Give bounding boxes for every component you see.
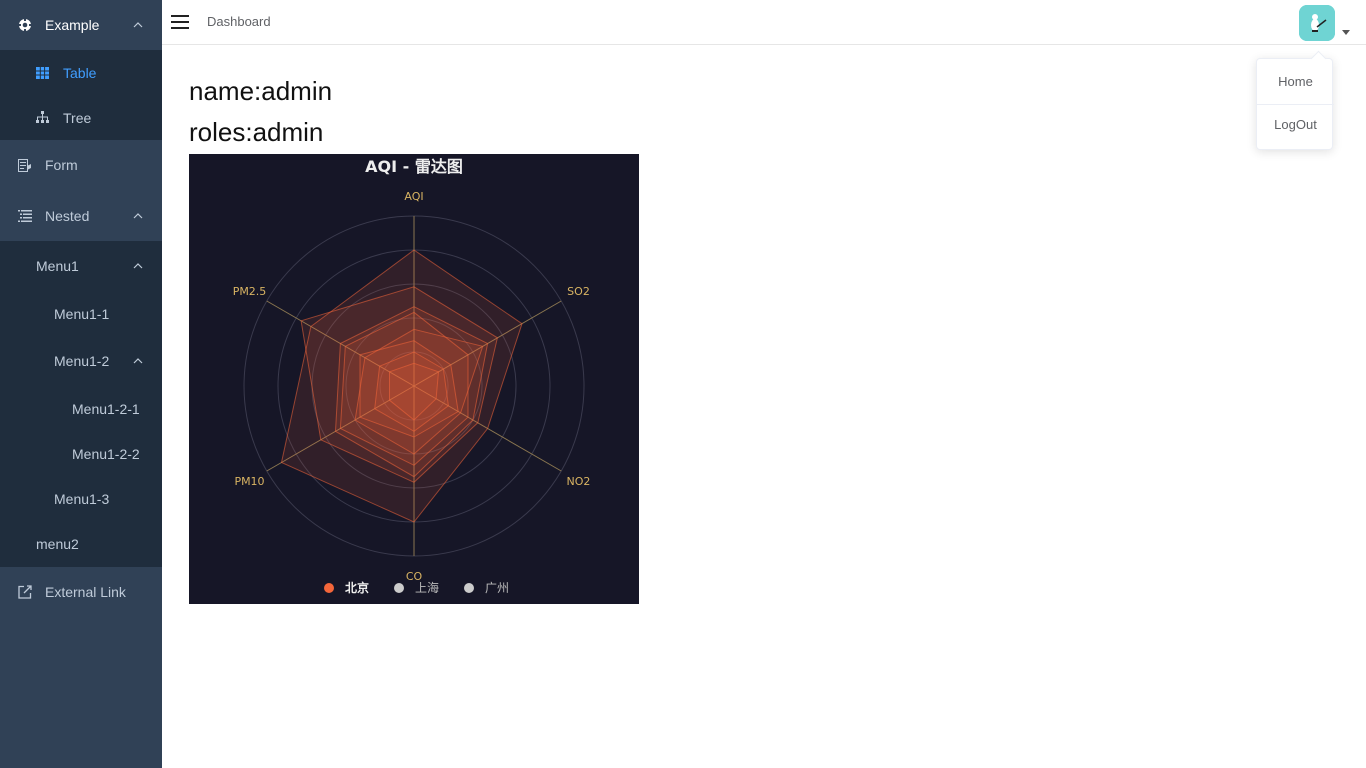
dropdown-item-logout[interactable]: LogOut (1257, 117, 1334, 132)
legend-label[interactable]: 广州 (485, 581, 509, 595)
radar-axis-label: NO2 (567, 475, 591, 488)
sidebar-item-label: Menu1 (36, 258, 79, 274)
sidebar-item-menu1-2-2[interactable]: Menu1-2-2 (0, 431, 162, 476)
sidebar-item-nested[interactable]: Nested (0, 190, 162, 241)
chart-title: AQI - 雷达图 (365, 157, 463, 176)
sidebar-item-label: Nested (45, 207, 90, 224)
legend-label[interactable]: 北京 (345, 580, 369, 595)
sidebar-item-label: menu2 (36, 535, 79, 552)
legend-marker[interactable] (324, 583, 334, 593)
avatar[interactable] (1299, 5, 1335, 41)
sidebar-item-label: External Link (45, 584, 126, 600)
radar-chart-svg: AQI - 雷达图 AQISO2NO2COPM10PM2.5 北京 上海 广州 (233, 157, 591, 595)
legend-marker[interactable] (394, 583, 404, 593)
tree-icon (35, 111, 49, 125)
sidebar-item-example[interactable]: Example (0, 0, 162, 50)
external-link-icon (18, 585, 32, 599)
sidebar-item-menu2[interactable]: menu2 (0, 521, 162, 566)
chevron-up-icon (133, 263, 143, 269)
sidebar-item-label: Menu1-3 (54, 490, 110, 507)
radar-axis-label: AQI (404, 190, 423, 203)
sidebar-item-form[interactable]: Form (0, 140, 162, 190)
user-name-text: name:admin (189, 76, 333, 106)
radar-axis-label: PM10 (234, 475, 264, 488)
chevron-up-icon (133, 212, 143, 218)
sidebar-item-table[interactable]: Table (0, 50, 162, 95)
legend-label[interactable]: 上海 (415, 580, 439, 595)
hamburger-icon[interactable] (171, 13, 189, 31)
sidebar-item-external-link[interactable]: External Link (0, 567, 162, 617)
user-dropdown: Home LogOut (1256, 58, 1334, 150)
sidebar-item-label: Table (63, 64, 97, 81)
sidebar-item-label: Form (45, 157, 78, 173)
sidebar-item-tree[interactable]: Tree (0, 95, 162, 140)
dropdown-divider (1257, 104, 1334, 105)
radar-axis-label: PM2.5 (233, 285, 267, 298)
example-icon (18, 18, 32, 32)
chevron-up-icon (133, 358, 143, 364)
chevron-up-icon (133, 22, 143, 28)
avatar-icon (1299, 5, 1335, 41)
sidebar-item-label: Menu1-2 (54, 353, 110, 369)
radar-axis-label: SO2 (567, 285, 590, 298)
table-icon (35, 66, 49, 80)
sidebar-item-label: Example (45, 17, 100, 33)
caret-down-icon[interactable] (1342, 30, 1350, 35)
sidebar-item-menu1-2[interactable]: Menu1-2 (0, 336, 162, 386)
user-roles-text: roles:admin (189, 117, 324, 147)
sidebar-item-menu1[interactable]: Menu1 (0, 241, 162, 291)
breadcrumb[interactable]: Dashboard (207, 14, 271, 29)
legend-marker[interactable] (464, 583, 474, 593)
form-icon (18, 158, 32, 172)
dropdown-item-home[interactable]: Home (1257, 74, 1334, 89)
sidebar-item-label: Menu1-2-1 (72, 400, 140, 417)
sidebar-item-label: Menu1-1 (54, 305, 110, 322)
sidebar-item-menu1-1[interactable]: Menu1-1 (0, 291, 162, 336)
sidebar-item-menu1-3[interactable]: Menu1-3 (0, 476, 162, 521)
sidebar-item-menu1-2-1[interactable]: Menu1-2-1 (0, 386, 162, 431)
sidebar: Example Table Tree Form Nested Menu1 Men… (0, 0, 162, 768)
radar-chart: AQI - 雷达图 AQI SO2 NO2 CO PM10 PM2.5 北京 上海 广州 (189, 154, 639, 604)
nested-icon (18, 209, 32, 223)
navbar: Dashboard (162, 0, 1366, 45)
sidebar-item-label: Menu1-2-2 (72, 445, 140, 462)
sidebar-item-label: Tree (63, 109, 92, 126)
